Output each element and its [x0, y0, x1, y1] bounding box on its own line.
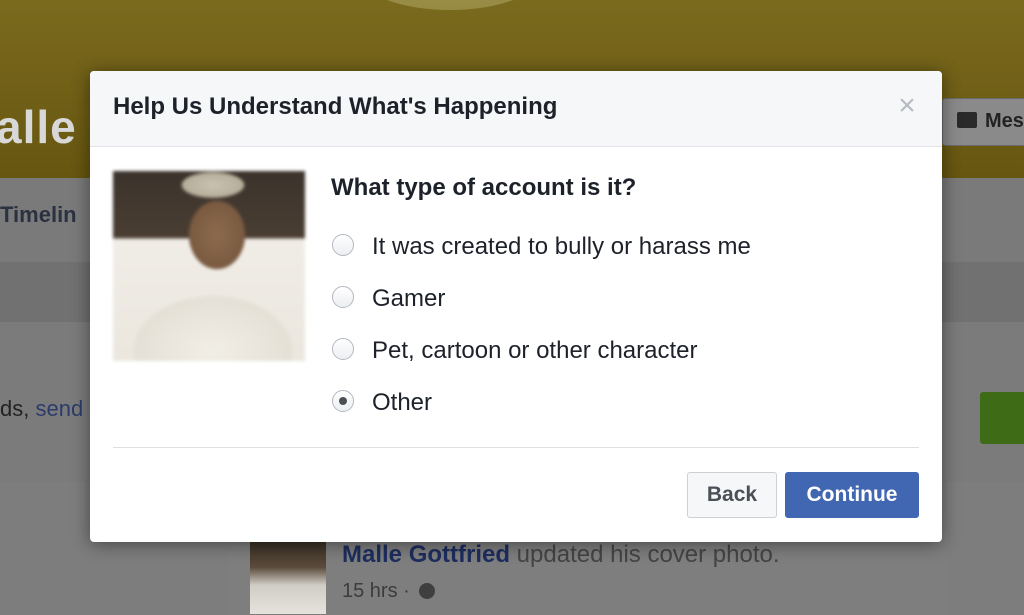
close-icon[interactable]: × — [894, 91, 920, 121]
radio-button[interactable] — [332, 286, 354, 308]
option-label: It was created to bully or harass me — [372, 233, 751, 260]
message-button-label: Mes — [985, 110, 1024, 132]
question-heading: What type of account is it? — [331, 174, 637, 201]
feed-author-link[interactable]: Malle Gottfried — [342, 541, 510, 568]
report-dialog: Help Us Understand What's Happening × Wh… — [90, 71, 942, 542]
tab-timeline[interactable]: Timelin — [0, 202, 77, 228]
feed-headline: Malle Gottfried updated his cover photo. — [342, 541, 780, 569]
footer-divider — [113, 447, 919, 448]
option-label: Gamer — [372, 285, 446, 312]
feed-time-text[interactable]: 15 hrs · — [342, 580, 415, 602]
send-request-link[interactable]: send — [35, 396, 83, 421]
friends-text: ds, send — [0, 396, 83, 422]
cover-highlight — [360, 0, 540, 10]
dialog-title: Help Us Understand What's Happening — [113, 93, 558, 120]
add-friend-button[interactable] — [980, 392, 1024, 444]
profile-photo — [113, 171, 305, 361]
radio-button-selected[interactable] — [332, 390, 354, 412]
dialog-header: Help Us Understand What's Happening × — [90, 71, 942, 147]
message-button[interactable]: Mes — [942, 98, 1024, 146]
feed-action-text: updated his cover photo. — [510, 541, 780, 568]
feed-thumbnail[interactable] — [250, 542, 326, 614]
option-label: Other — [372, 389, 433, 416]
back-button[interactable]: Back — [687, 472, 777, 518]
message-icon — [957, 112, 977, 128]
option-label: Pet, cartoon or other character — [372, 337, 698, 364]
feed-timestamp: 15 hrs · — [342, 580, 436, 603]
globe-icon — [419, 583, 436, 599]
radio-button[interactable] — [332, 338, 354, 360]
radio-button[interactable] — [332, 234, 354, 256]
continue-button[interactable]: Continue — [785, 472, 919, 518]
friends-prefix: ds, — [0, 396, 36, 421]
